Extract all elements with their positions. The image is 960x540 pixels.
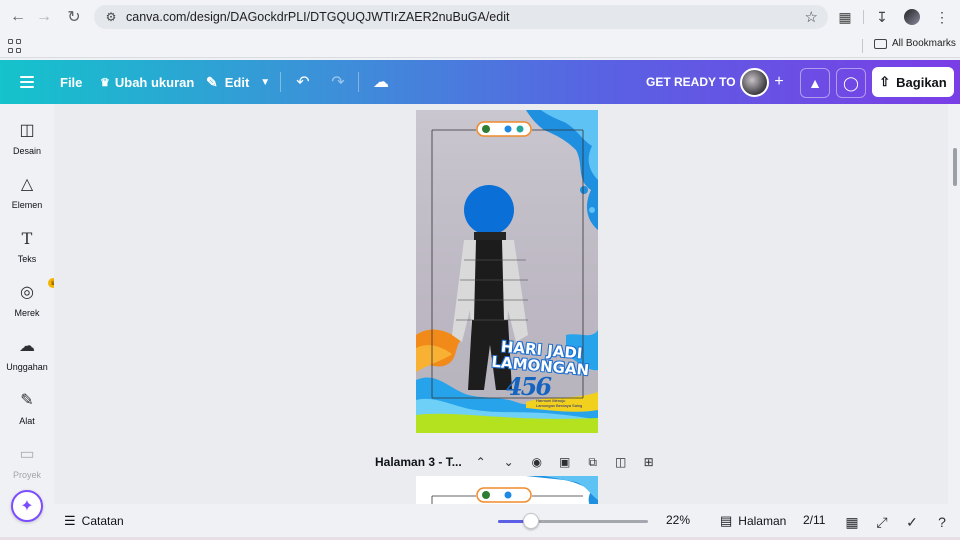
sidebar-item-tools[interactable]: ✎ Alat (0, 390, 54, 426)
folder-icon: ▭ (19, 446, 35, 463)
sidebar-item-label: Teks (17, 254, 37, 264)
cloud-saved-icon[interactable]: ☁ (367, 68, 395, 96)
layout-icon: ◫ (19, 122, 35, 139)
apps-grid-icon[interactable] (8, 39, 22, 53)
notes-button[interactable]: ☰ Catatan (64, 513, 124, 529)
folder-icon (874, 38, 887, 49)
insights-chart-icon[interactable]: ▲ (800, 68, 830, 98)
sidebar-item-label: Alat (19, 416, 35, 426)
brand-icon: ◎ ♛ (16, 278, 58, 302)
page-toolbar: Halaman 3 - T... ⌃ ⌄ ◉ ▣ ⧉ ◫ ⊞ (375, 453, 658, 471)
back-icon[interactable]: ← (4, 3, 32, 31)
redo-icon[interactable]: ↷ (324, 68, 352, 96)
chevron-down-icon[interactable]: ⌄ (500, 453, 518, 471)
edit-label: Edit (224, 74, 250, 90)
upload-share-icon: ⇧ (879, 74, 891, 89)
hide-page-icon[interactable]: ◉ (528, 453, 546, 471)
bookmarks-bar: All Bookmarks (0, 34, 960, 58)
reload-icon[interactable]: ↻ (60, 3, 88, 31)
shapes-icon: △ (20, 176, 34, 193)
notes-icon: ☰ (64, 513, 76, 528)
divider (863, 10, 864, 24)
file-menu-button[interactable]: File (60, 60, 82, 104)
sidebar-item-label: Proyek (12, 470, 41, 480)
sidebar-item-label: Elemen (11, 200, 43, 210)
divider (280, 72, 281, 92)
page-counter[interactable]: 2/11 (803, 513, 825, 527)
sidebar-item-uploads[interactable]: ☁ Unggahan (0, 336, 54, 372)
forward-icon[interactable]: → (30, 3, 58, 31)
profile-avatar-image (904, 9, 920, 25)
browser-menu-icon[interactable]: ⋮ (930, 5, 954, 29)
resize-button[interactable]: ♛ Ubah ukuran (100, 60, 194, 104)
menu-icon[interactable] (20, 76, 34, 88)
check-circle-icon[interactable]: ✓ (902, 512, 922, 532)
browser-toolbar: ← → ↻ ⚙ canva.com/design/DAGockdrPLI/DTG… (0, 0, 960, 34)
fullscreen-icon[interactable]: ⤢ (872, 512, 892, 532)
sparkle-icon: ✦ (20, 498, 34, 515)
pages-icon: ▤ (720, 513, 733, 528)
editor-toolbar: File ♛ Ubah ukuran ✎ Edit ▼ ↶ ↷ ☁ GET RE… (0, 60, 960, 104)
url-text: canva.com/design/DAGockdrPLI/DTGQUQJWTIr… (126, 10, 510, 24)
address-bar[interactable]: ⚙ canva.com/design/DAGockdrPLI/DTGQUQJWT… (94, 5, 828, 29)
anniversary-number[interactable]: 456 (506, 372, 552, 401)
design-tagline[interactable]: Harmoni Menuju Lamongan Berdaya Saing (536, 398, 582, 408)
edit-mode-button[interactable]: ✎ Edit ▼ (206, 60, 270, 104)
divider (862, 39, 863, 53)
add-collaborator-icon[interactable]: + (765, 68, 793, 96)
bookmark-star-icon[interactable]: ☆ (805, 8, 818, 26)
design-page-next[interactable] (416, 476, 598, 504)
design-canvas[interactable]: HARI JADI LAMONGAN 456 Harmoni Menuju La… (54, 104, 948, 504)
trash-icon[interactable]: ◫ (612, 453, 630, 471)
zoom-slider-thumb[interactable] (523, 513, 539, 529)
tagline-line-2: Lamongan Berdaya Saing (536, 403, 583, 408)
divider (358, 72, 359, 92)
sidebar-item-projects[interactable]: ▭ Proyek (0, 444, 54, 480)
notes-label: Catatan (81, 514, 124, 528)
chevron-up-icon[interactable]: ⌃ (472, 453, 490, 471)
all-bookmarks-button[interactable]: All Bookmarks (874, 38, 956, 49)
text-icon: T (21, 228, 33, 248)
zoom-slider[interactable] (498, 520, 648, 523)
download-icon[interactable]: ↧ (870, 5, 894, 29)
next-page-artwork (431, 476, 598, 504)
comment-icon[interactable]: ◯ (836, 68, 866, 98)
sidebar-item-label: Unggahan (6, 362, 48, 372)
crown-icon: ♛ (100, 76, 110, 89)
sidebar-item-elements[interactable]: △ Elemen (0, 174, 54, 210)
pages-button[interactable]: ▤ Halaman (720, 513, 786, 529)
project-title[interactable]: GET READY TO (646, 60, 736, 104)
sidebar-item-design[interactable]: ◫ Desain (0, 120, 54, 156)
sidebar-item-brand[interactable]: ◎ ♛ Merek (0, 278, 58, 318)
add-page-icon[interactable]: ⊞ (640, 453, 658, 471)
grid-view-icon[interactable]: ▦ (842, 512, 862, 532)
browser-actions: ▦ ↧ ⋮ (833, 5, 954, 29)
zoom-value[interactable]: 22% (666, 513, 690, 527)
sidebar-item-label: Desain (12, 146, 41, 156)
sidebar-item-text[interactable]: T Teks (0, 228, 54, 265)
lock-icon[interactable]: ▣ (556, 453, 574, 471)
bottom-bar: ☰ Catatan 22% ▤ Halaman 2/11 ▦ ⤢ ✓ ? (54, 504, 960, 540)
duplicate-icon[interactable]: ⧉ (584, 453, 602, 471)
share-button[interactable]: ⇧ Bagikan (872, 67, 954, 97)
pencil-icon: ✎ (206, 73, 218, 90)
share-label: Bagikan (896, 74, 947, 90)
site-settings-icon[interactable]: ⚙ (104, 10, 118, 24)
sidebar-item-label: Merek (14, 308, 40, 318)
page-title[interactable]: Halaman 3 - T... (375, 455, 462, 469)
undo-icon[interactable]: ↶ (289, 68, 317, 96)
chevron-down-icon: ▼ (260, 76, 271, 88)
resize-label: Ubah ukuran (114, 74, 195, 90)
profile-avatar[interactable] (900, 5, 924, 29)
help-icon[interactable]: ? (932, 512, 952, 532)
draw-icon: ✎ (20, 392, 34, 409)
magic-assistant-button[interactable]: ✦ (11, 490, 43, 522)
extensions-icon[interactable]: ▦ (833, 5, 857, 29)
left-sidebar: ◫ Desain △ Elemen T Teks ◎ ♛ Merek ☁ Ungg… (0, 104, 58, 540)
pages-label: Halaman (738, 514, 787, 528)
upload-icon: ☁ (19, 338, 35, 355)
design-page[interactable]: HARI JADI LAMONGAN 456 Harmoni Menuju La… (416, 110, 598, 433)
scrollbar-thumb[interactable] (953, 148, 957, 186)
all-bookmarks-label: All Bookmarks (892, 38, 956, 49)
